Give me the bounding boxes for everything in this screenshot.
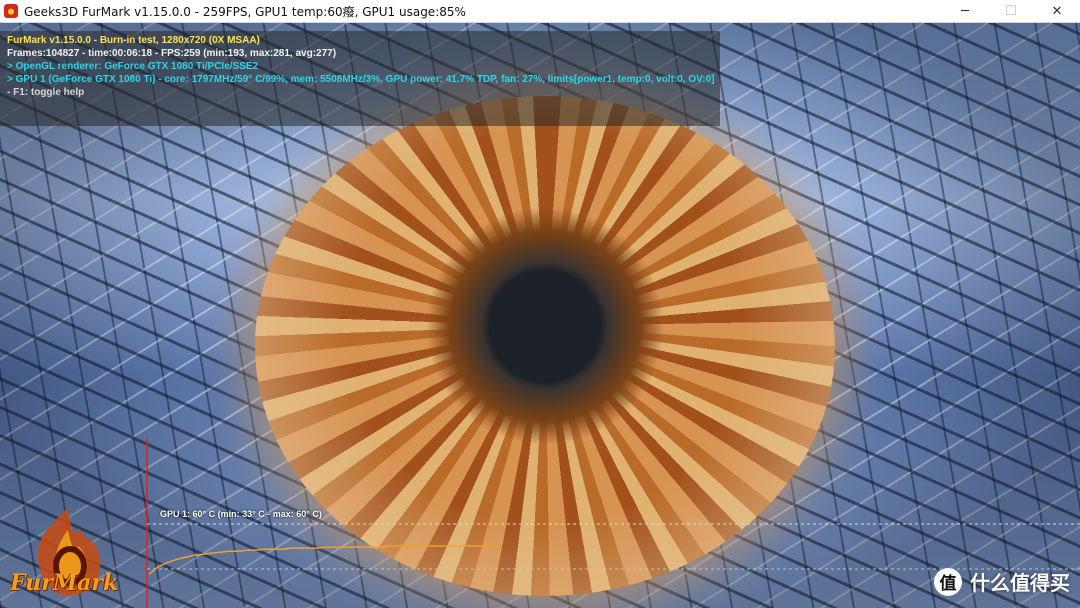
close-button[interactable]: ✕: [1034, 0, 1080, 22]
osd-gpu-line: > GPU 1 (GeForce GTX 1080 Ti) - core: 17…: [7, 74, 715, 85]
window-title: Geeks3D FurMark v1.15.0.0 - 259FPS, GPU1…: [24, 4, 466, 19]
temperature-series-line: [148, 545, 495, 575]
furmark-logo-text: FurMark: [10, 570, 119, 596]
osd-frames-line: Frames:104827 - time:00:06:18 - FPS:259 …: [7, 48, 337, 59]
minimize-button[interactable]: ─: [942, 0, 988, 22]
graph-temperature-label: GPU 1: 60° C (min: 33° C - max: 60° C): [160, 509, 322, 519]
osd-title-line: FurMark v1.15.0.0 - Burn-in test, 1280x7…: [7, 35, 260, 46]
window-controls: ─ ☐ ✕: [942, 0, 1080, 22]
title-bar: Geeks3D FurMark v1.15.0.0 - 259FPS, GPU1…: [0, 0, 1080, 23]
osd-overlay: FurMark v1.15.0.0 - Burn-in test, 1280x7…: [0, 31, 720, 126]
smzdm-watermark: 值 什么值得买: [934, 567, 1070, 596]
smzdm-watermark-text: 什么值得买: [970, 571, 1070, 595]
osd-renderer-line: > OpenGL renderer: GeForce GTX 1080 Ti/P…: [7, 61, 259, 72]
render-viewport[interactable]: FurMark v1.15.0.0 - Burn-in test, 1280x7…: [0, 23, 1080, 608]
osd-help-line: - F1: toggle help: [7, 87, 85, 98]
smzdm-logo-icon: 值: [934, 567, 962, 596]
furmark-app-icon[interactable]: [4, 4, 18, 18]
maximize-button[interactable]: ☐: [988, 0, 1034, 22]
